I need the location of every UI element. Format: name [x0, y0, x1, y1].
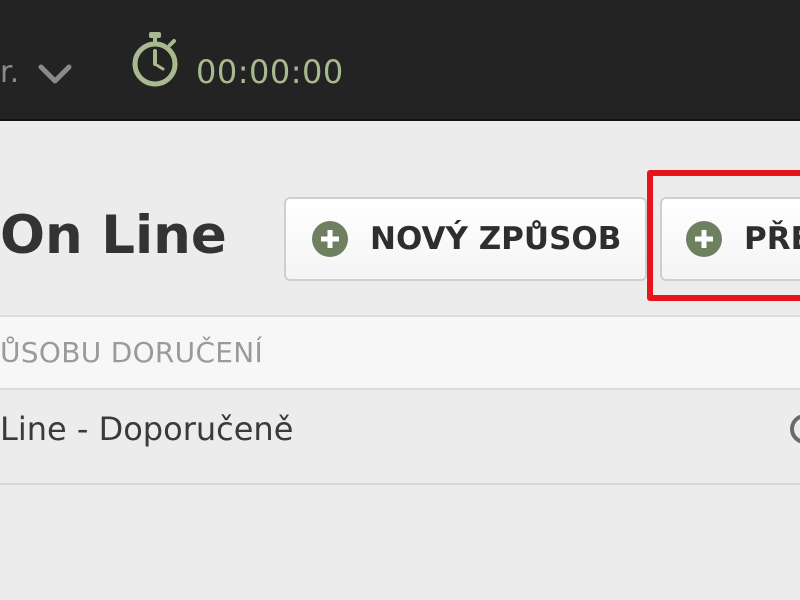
row-action-icon[interactable] — [790, 414, 800, 444]
page-title: On Line — [0, 205, 227, 266]
new-method-button[interactable]: NOVÝ ZPŮSOB — [284, 197, 647, 281]
plus-circle-icon — [686, 221, 722, 257]
new-method-button-label: NOVÝ ZPŮSOB — [370, 221, 622, 257]
delivery-method-name[interactable]: Line - Doporučeně — [0, 410, 293, 448]
user-menu-label[interactable]: r. — [0, 56, 19, 90]
top-bar: r. 00:00:00 — [0, 0, 800, 121]
table-header: ŮSOBU DORUČENÍ — [0, 315, 800, 390]
column-header-delivery-method[interactable]: ŮSOBU DORUČENÍ — [0, 336, 263, 369]
add-second-button[interactable]: PŘE — [660, 197, 800, 281]
table-row[interactable]: Line - Doporučeně — [0, 390, 800, 485]
session-timer: 00:00:00 — [196, 53, 344, 91]
stopwatch-icon[interactable] — [129, 31, 181, 87]
delivery-methods-table: ŮSOBU DORUČENÍ Line - Doporučeně — [0, 315, 800, 485]
chevron-down-icon[interactable] — [36, 55, 74, 93]
add-second-button-label: PŘE — [744, 221, 800, 257]
plus-circle-icon — [312, 221, 348, 257]
